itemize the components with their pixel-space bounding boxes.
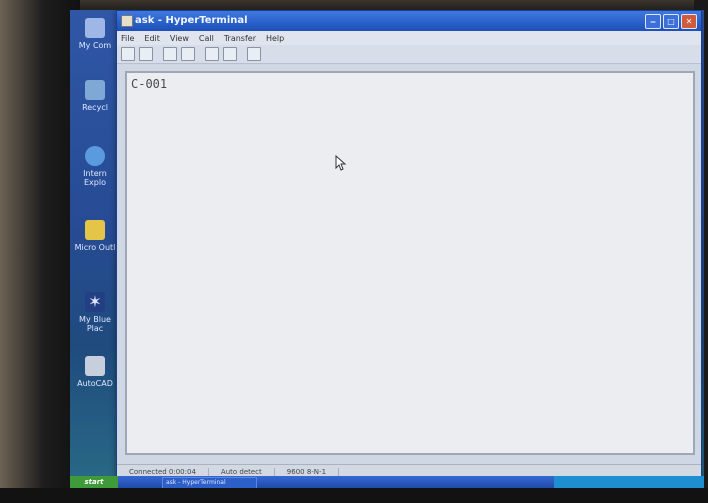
properties-icon[interactable] [247,47,261,61]
maximize-button[interactable]: □ [663,14,679,29]
desktop-icon-label: My Com [78,41,112,50]
toolbar [117,45,701,64]
minimize-button[interactable]: ‒ [645,14,661,29]
send-icon[interactable] [205,47,219,61]
close-button[interactable]: ✕ [681,14,697,29]
connect-icon[interactable] [163,47,177,61]
monitor-bezel-bottom [0,488,708,503]
menu-transfer[interactable]: Transfer [224,34,256,43]
menu-bar: File Edit View Call Transfer Help [117,31,701,45]
status-connected: Connected 0:00:04 [117,468,209,476]
desktop-icon-label: Micro Outl [74,243,116,252]
desktop-icon-column: My Com Recycl Intern Explo Micro Outl ✶ … [70,10,118,488]
new-connection-icon[interactable] [121,47,135,61]
taskbar: start ask - HyperTerminal [70,476,704,488]
desktop-icon-recycle-bin[interactable]: Recycl [72,80,118,112]
recycle-bin-icon [85,80,105,100]
outlook-icon [85,220,105,240]
autocad-icon [85,356,105,376]
menu-file[interactable]: File [121,34,134,43]
desktop-icon-label: Recycl [82,103,108,112]
desktop-icon-bluetooth[interactable]: ✶ My Blue Plac [72,292,118,333]
menu-edit[interactable]: Edit [144,34,160,43]
hyperterminal-app-icon [121,15,133,27]
window-controls: ‒ □ ✕ [645,14,697,29]
desktop-icon-my-computer[interactable]: My Com [72,18,118,50]
internet-explorer-icon [85,146,105,166]
disconnect-icon[interactable] [181,47,195,61]
bluetooth-icon: ✶ [85,292,105,312]
open-icon[interactable] [139,47,153,61]
menu-help[interactable]: Help [266,34,284,43]
window-title: ask - HyperTerminal [135,15,248,26]
desktop-icon-internet-explorer[interactable]: Intern Explo [72,146,118,187]
start-button[interactable]: start [70,476,118,488]
desktop: My Com Recycl Intern Explo Micro Outl ✶ … [70,10,704,488]
mouse-pointer-icon [335,155,347,171]
terminal-output: C-001 [131,77,168,91]
taskbar-item-hyperterminal[interactable]: ask - HyperTerminal [162,477,257,488]
desktop-icon-outlook[interactable]: Micro Outl [72,220,118,252]
title-bar[interactable]: ask - HyperTerminal ‒ □ ✕ [117,11,701,31]
status-detect: Auto detect [209,468,275,476]
desktop-icon-autocad[interactable]: AutoCAD [72,356,118,388]
monitor-bezel-left [0,0,80,503]
system-tray [554,476,704,488]
computer-icon [85,18,105,38]
desktop-icon-label: My Blue Plac [79,315,111,333]
menu-view[interactable]: View [170,34,189,43]
desktop-icon-label: Intern Explo [83,169,107,187]
status-params: 9600 8-N-1 [275,468,340,476]
desktop-icon-label: AutoCAD [77,379,113,388]
menu-call[interactable]: Call [199,34,214,43]
hyperterminal-window: ask - HyperTerminal ‒ □ ✕ File Edit View… [116,10,702,480]
receive-icon[interactable] [223,47,237,61]
terminal-area[interactable]: C-001 [125,71,695,455]
